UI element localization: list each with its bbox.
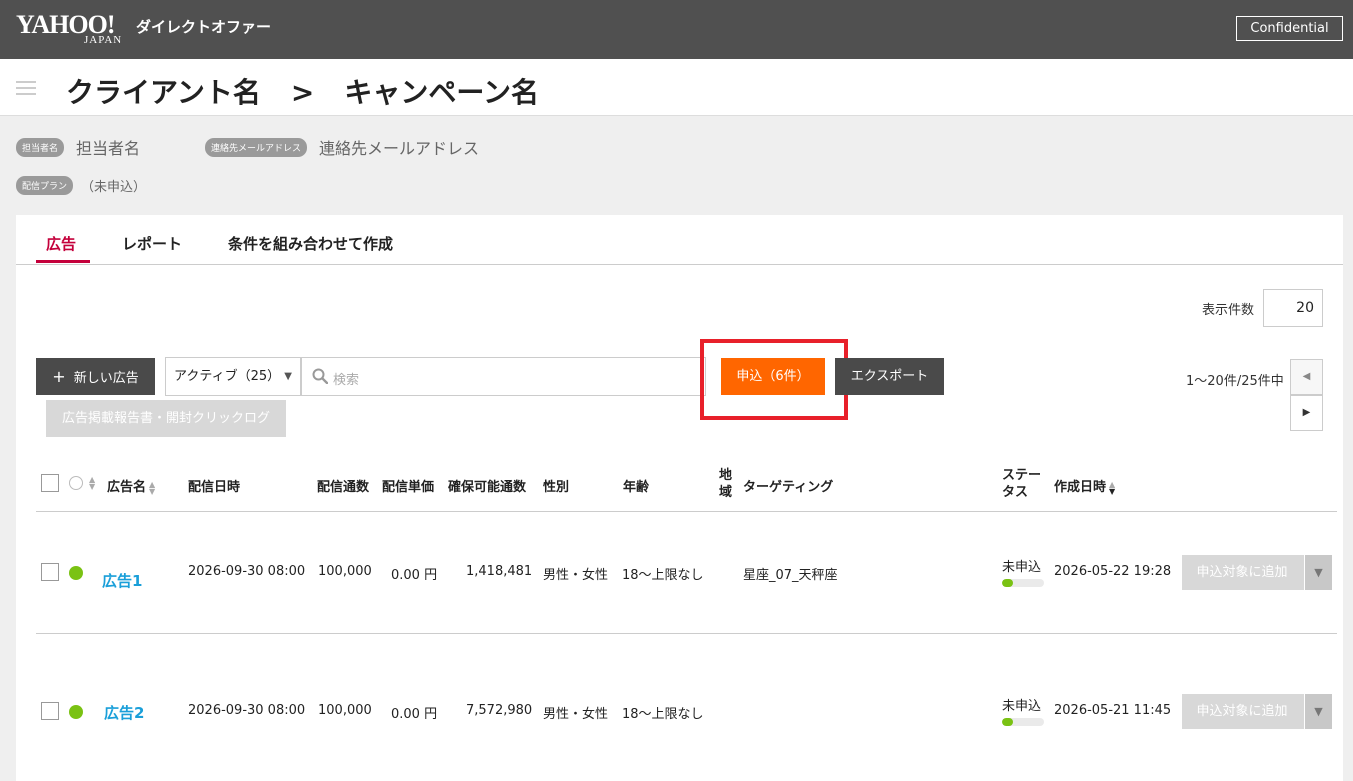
apply-button[interactable]: 申込（6件）	[721, 358, 825, 395]
owner-value: 担当者名	[76, 139, 141, 158]
status-progress-fill	[1002, 579, 1013, 587]
status-circle-icon	[69, 476, 83, 490]
select-all-checkbox[interactable]	[41, 474, 59, 492]
sort-status-icon[interactable]: ▲ ▼	[89, 476, 95, 491]
ad-name-link[interactable]: 広告1	[102, 570, 142, 591]
caret-down-icon: ▼	[284, 371, 292, 382]
cell-unit-price: 0.00 円	[391, 707, 438, 722]
breadcrumb: クライアント名 > キャンペーン名	[66, 71, 539, 111]
breadcrumb-client[interactable]: クライアント名	[66, 76, 261, 109]
cell-available: 7,572,980	[466, 703, 533, 718]
cell-count: 100,000	[318, 703, 372, 718]
tab-ads[interactable]: 広告	[46, 233, 76, 254]
active-status-dot	[69, 566, 83, 580]
header-divider	[36, 511, 1337, 512]
header-unit-price: 配信単価	[382, 480, 435, 495]
sort-icon: ▲ ▼	[149, 479, 156, 496]
email-info: 連絡先メールアドレス 連絡先メールアドレス	[205, 135, 479, 159]
per-page-label: 表示件数	[1202, 303, 1255, 318]
search-input[interactable]: 検索	[301, 357, 706, 396]
row-checkbox[interactable]	[41, 563, 59, 581]
cell-available: 1,418,481	[466, 564, 533, 579]
cell-date: 2026-09-30 08:00	[188, 564, 306, 579]
triangle-right-icon: ▶	[1302, 407, 1311, 418]
cell-unit-price: 0.00 円	[391, 568, 438, 583]
status-progress-bar	[1002, 579, 1044, 587]
active-tab-indicator	[36, 260, 90, 263]
owner-info: 担当者名 担当者名	[16, 135, 140, 159]
plan-info: 配信プラン （未申込）	[16, 176, 146, 195]
status-progress-fill	[1002, 718, 1013, 726]
search-placeholder: 検索	[333, 373, 360, 388]
header-age: 年齢	[623, 480, 650, 495]
header-gender: 性別	[543, 480, 570, 495]
confidential-badge: Confidential	[1236, 16, 1343, 41]
add-to-apply-button[interactable]: 申込対象に追加 ▼	[1182, 694, 1332, 729]
search-icon	[312, 368, 328, 384]
header-date: 配信日時	[188, 480, 241, 495]
plan-label: 配信プラン	[16, 176, 74, 195]
top-bar: YAHOO! JAPAN ダイレクトオファー Confidential	[0, 0, 1353, 59]
new-ad-label: 新しい広告	[73, 371, 139, 386]
breadcrumb-campaign: キャンペーン名	[344, 76, 539, 109]
hamburger-menu-icon[interactable]	[16, 81, 36, 95]
ad-name-link[interactable]: 広告2	[104, 702, 144, 723]
sort-icon: ▲ ▼	[1109, 479, 1116, 496]
caret-down-icon[interactable]: ▼	[1304, 555, 1332, 590]
cell-age: 18〜上限なし	[622, 707, 704, 722]
status-filter-value: アクティブ（25）	[174, 369, 281, 384]
yahoo-logo[interactable]: YAHOO! JAPAN ダイレクトオファー	[16, 12, 271, 47]
cell-date: 2026-09-30 08:00	[188, 703, 306, 718]
cell-status: 未申込	[1002, 699, 1042, 714]
triangle-left-icon: ◀	[1302, 371, 1311, 382]
per-page-input[interactable]: 20	[1263, 289, 1323, 327]
main-panel: 広告 レポート 条件を組み合わせて作成 表示件数 20 + 新しい広告 アクティブ…	[16, 215, 1343, 781]
plan-value: （未申込）	[81, 180, 147, 195]
header-created[interactable]: 作成日時 ▲ ▼	[1054, 476, 1115, 495]
tab-combine-create[interactable]: 条件を組み合わせて作成	[228, 233, 393, 254]
email-label: 連絡先メールアドレス	[205, 137, 308, 157]
page-header: クライアント名 > キャンペーン名	[0, 59, 1353, 116]
header-status: ステー タス	[1002, 468, 1042, 500]
cell-targeting: 星座_07_天秤座	[743, 568, 838, 583]
header-count: 配信通数	[317, 480, 370, 495]
breadcrumb-separator: >	[290, 76, 315, 109]
tab-bar: 広告 レポート 条件を組み合わせて作成	[16, 215, 1343, 265]
export-button[interactable]: エクスポート	[835, 358, 944, 395]
cell-created: 2026-05-22 19:28	[1054, 564, 1172, 579]
next-page-button[interactable]: ▶	[1290, 395, 1323, 431]
status-progress-bar	[1002, 718, 1044, 726]
header-region: 地域	[719, 468, 733, 500]
status-filter-select[interactable]: アクティブ（25） ▼	[165, 357, 301, 396]
prev-page-button[interactable]: ◀	[1290, 359, 1323, 395]
pagination-range: 1〜20件/25件中	[1186, 374, 1284, 389]
header-targeting: ターゲティング	[743, 480, 834, 495]
active-status-dot	[69, 705, 83, 719]
caret-down-icon[interactable]: ▼	[1304, 694, 1332, 729]
add-to-apply-label: 申込対象に追加	[1196, 704, 1288, 719]
email-value: 連絡先メールアドレス	[319, 139, 480, 158]
cell-status: 未申込	[1002, 560, 1042, 575]
cell-created: 2026-05-21 11:45	[1054, 703, 1172, 718]
add-to-apply-button[interactable]: 申込対象に追加 ▼	[1182, 555, 1332, 590]
plus-icon: +	[52, 367, 66, 386]
product-name: ダイレクトオファー	[136, 18, 272, 36]
cell-gender: 男性・女性	[543, 568, 609, 583]
cell-age: 18〜上限なし	[622, 568, 704, 583]
owner-label: 担当者名	[16, 137, 65, 157]
new-ad-button[interactable]: + 新しい広告	[36, 358, 155, 395]
header-ad-name[interactable]: 広告名 ▲ ▼	[107, 476, 155, 495]
row-divider	[36, 633, 1337, 634]
report-log-button[interactable]: 広告掲載報告書・開封クリックログ	[46, 400, 286, 437]
tab-report[interactable]: レポート	[122, 233, 182, 254]
row-checkbox[interactable]	[41, 702, 59, 720]
cell-gender: 男性・女性	[543, 707, 609, 722]
add-to-apply-label: 申込対象に追加	[1196, 565, 1288, 580]
logo-sub: JAPAN	[84, 34, 123, 46]
header-available: 確保可能通数	[448, 480, 527, 495]
cell-count: 100,000	[318, 564, 372, 579]
